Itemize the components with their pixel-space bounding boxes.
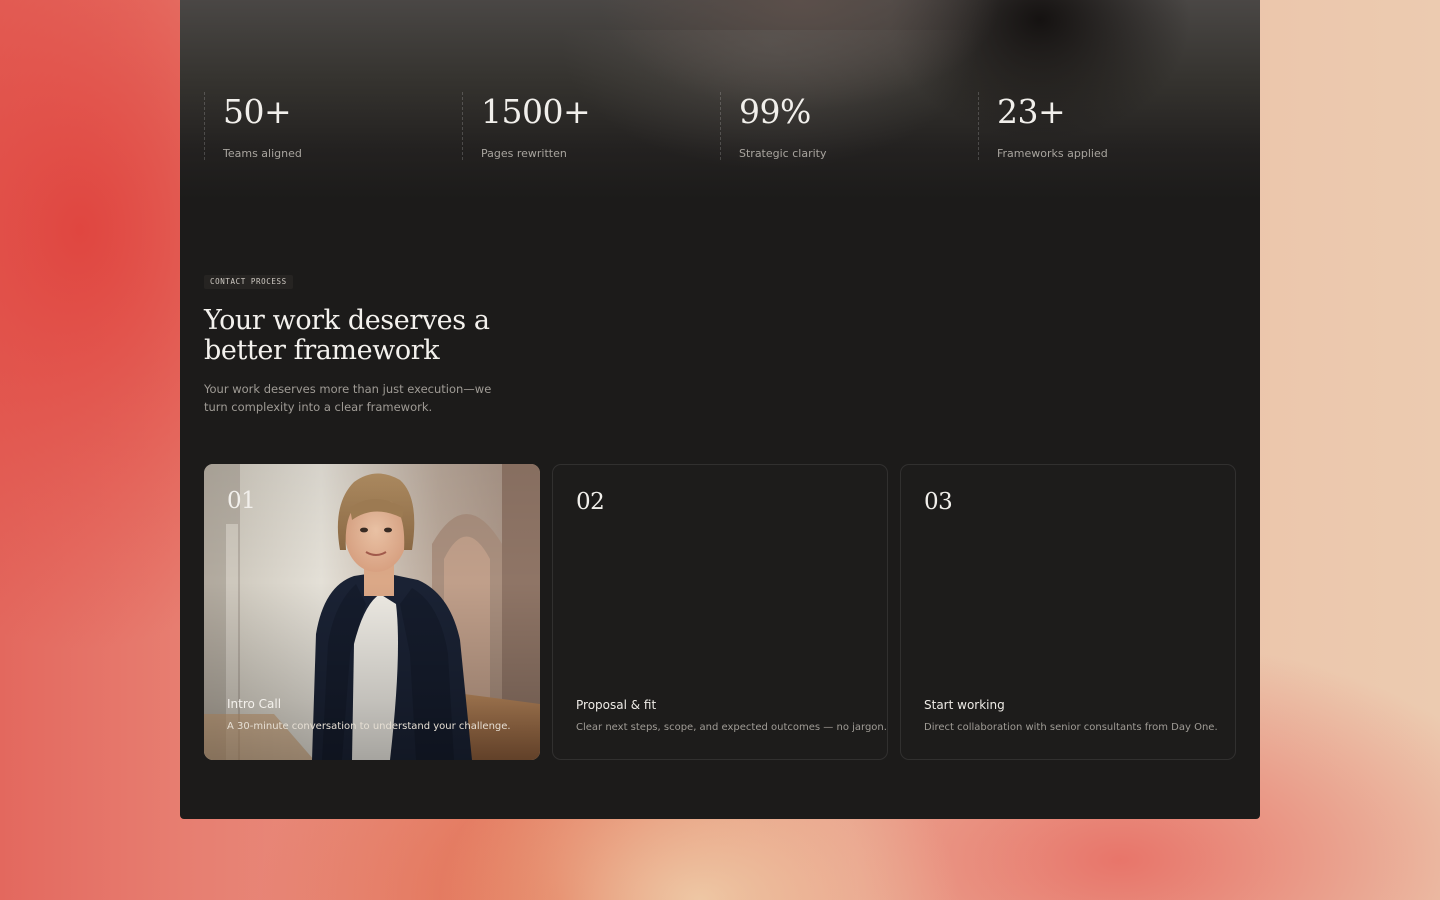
process-steps: 01 Intro Call A 30-minute conversation t… <box>204 464 1236 760</box>
step-card-start-working[interactable]: 03 Start working Direct collaboration wi… <box>900 464 1236 760</box>
step-card-intro-call[interactable]: 01 Intro Call A 30-minute conversation t… <box>204 464 540 760</box>
stat-value: 50+ <box>223 92 292 131</box>
step-card-proposal[interactable]: 02 Proposal & fit Clear next steps, scop… <box>552 464 888 760</box>
stat-label: Pages rewritten <box>481 147 567 160</box>
step-number: 03 <box>924 489 953 515</box>
content-panel: 50+ Teams aligned 1500+ Pages rewritten … <box>180 0 1260 819</box>
stat-frameworks: 23+ Frameworks applied <box>978 92 1236 160</box>
stat-value: 23+ <box>997 92 1066 131</box>
stat-value: 1500+ <box>481 92 591 131</box>
step-title: Proposal & fit <box>576 698 657 712</box>
step-number: 02 <box>576 489 605 515</box>
step-description: Clear next steps, scope, and expected ou… <box>576 722 887 733</box>
step-number: 01 <box>227 488 256 514</box>
stat-clarity: 99% Strategic clarity <box>720 92 978 160</box>
step-description: A 30-minute conversation to understand y… <box>227 721 511 732</box>
step-title: Intro Call <box>227 697 282 711</box>
stats-row: 50+ Teams aligned 1500+ Pages rewritten … <box>204 92 1236 162</box>
stat-pages: 1500+ Pages rewritten <box>462 92 720 160</box>
step-title: Start working <box>924 698 1005 712</box>
step-description: Direct collaboration with senior consult… <box>924 722 1218 733</box>
stat-label: Teams aligned <box>223 147 302 160</box>
stat-label: Strategic clarity <box>739 147 827 160</box>
stat-value: 99% <box>739 92 811 131</box>
stat-label: Frameworks applied <box>997 147 1108 160</box>
section-eyebrow-badge: CONTACT PROCESS <box>204 275 293 289</box>
section-subtitle: Your work deserves more than just execut… <box>204 382 492 414</box>
section-title: Your work deserves a better framework <box>204 305 490 366</box>
stat-teams: 50+ Teams aligned <box>204 92 462 160</box>
